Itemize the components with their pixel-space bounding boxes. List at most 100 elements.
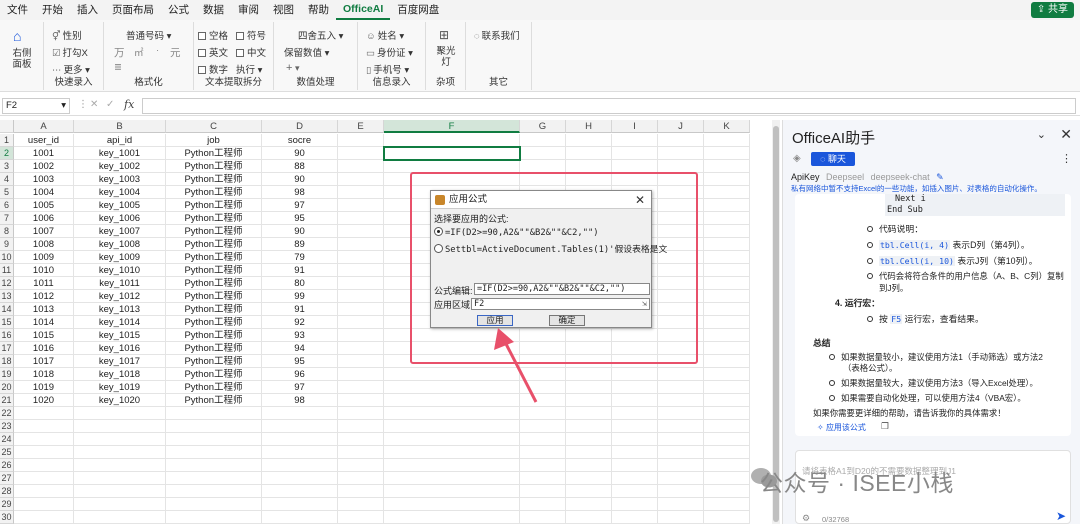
apply-formula-link[interactable]: ✧ 应用该公式 <box>817 422 866 433</box>
cell[interactable] <box>658 147 704 160</box>
fx-button[interactable]: fx <box>124 98 134 111</box>
cell[interactable] <box>704 134 750 147</box>
cell[interactable] <box>658 498 704 511</box>
cell[interactable] <box>566 511 612 524</box>
row-header[interactable]: 11 <box>0 264 14 277</box>
english-checkbox[interactable]: 英文 <box>198 45 228 59</box>
cell[interactable] <box>704 342 750 355</box>
copy-icon[interactable]: ❐ <box>881 421 889 432</box>
cell[interactable]: key_1020 <box>74 394 166 407</box>
row-header[interactable]: 4 <box>0 173 14 186</box>
cell[interactable]: key_1006 <box>74 212 166 225</box>
cell[interactable]: key_1010 <box>74 264 166 277</box>
cell[interactable] <box>520 134 566 147</box>
cell[interactable] <box>612 433 658 446</box>
formula-input[interactable] <box>142 98 1076 114</box>
row-header[interactable]: 21 <box>0 394 14 407</box>
selected-cell-f2[interactable] <box>383 146 521 161</box>
cell[interactable] <box>520 147 566 160</box>
column-header-b[interactable]: B <box>74 120 166 133</box>
close-icon[interactable]: ✕ <box>635 191 645 209</box>
cell[interactable]: 97 <box>262 199 338 212</box>
cell[interactable] <box>338 329 384 342</box>
cell[interactable] <box>74 407 166 420</box>
cell[interactable]: Python工程师 <box>166 251 262 264</box>
name-dropdown[interactable]: ☺ 姓名 ▾ <box>366 28 404 42</box>
menu-item-8[interactable]: 帮助 <box>301 0 336 20</box>
cell[interactable]: key_1012 <box>74 290 166 303</box>
row-header[interactable]: 7 <box>0 212 14 225</box>
cell[interactable]: socre <box>262 134 338 147</box>
formula-edit-input[interactable]: =IF(D2>=90,A2&""&B2&""&C2,"") <box>474 283 650 295</box>
row-header[interactable]: 3 <box>0 160 14 173</box>
gender-button[interactable]: ⚥ 性别 <box>52 28 82 42</box>
chinese-checkbox[interactable]: 中文 <box>236 45 266 59</box>
edit-icon[interactable]: ✎ <box>936 172 944 182</box>
column-header-f[interactable]: F <box>384 120 520 133</box>
cell[interactable] <box>566 407 612 420</box>
cell[interactable] <box>612 368 658 381</box>
cell[interactable] <box>338 368 384 381</box>
cell[interactable]: 1018 <box>14 368 74 381</box>
cell[interactable] <box>566 368 612 381</box>
more-icon[interactable]: ⋮ <box>1061 152 1072 165</box>
cell[interactable]: 99 <box>262 290 338 303</box>
cell[interactable]: key_1005 <box>74 199 166 212</box>
sqm-button[interactable]: ㎡ <box>134 45 144 59</box>
cell[interactable]: Python工程师 <box>166 173 262 186</box>
cell[interactable] <box>520 446 566 459</box>
cell[interactable] <box>612 485 658 498</box>
cell[interactable] <box>166 472 262 485</box>
row-header[interactable]: 27 <box>0 472 14 485</box>
range-input[interactable]: F2 ⇲ <box>471 298 650 310</box>
cell[interactable] <box>338 303 384 316</box>
cell[interactable] <box>338 446 384 459</box>
cube-icon[interactable]: ◈ <box>793 153 801 164</box>
cell[interactable]: key_1018 <box>74 368 166 381</box>
cell[interactable] <box>338 251 384 264</box>
row-header[interactable]: 22 <box>0 407 14 420</box>
cell[interactable] <box>704 329 750 342</box>
cell[interactable] <box>338 264 384 277</box>
cell[interactable]: 91 <box>262 303 338 316</box>
cell[interactable]: key_1007 <box>74 225 166 238</box>
menu-item-6[interactable]: 审阅 <box>231 0 266 20</box>
row-header[interactable]: 2 <box>0 147 14 160</box>
cell[interactable] <box>704 238 750 251</box>
cell[interactable]: 1003 <box>14 173 74 186</box>
row-header[interactable]: 20 <box>0 381 14 394</box>
cell[interactable] <box>704 446 750 459</box>
cell[interactable] <box>262 407 338 420</box>
cell[interactable] <box>704 303 750 316</box>
cell[interactable]: 93 <box>262 329 338 342</box>
cell[interactable] <box>338 277 384 290</box>
cell[interactable] <box>14 511 74 524</box>
cell[interactable] <box>166 446 262 459</box>
cell[interactable]: 1002 <box>14 160 74 173</box>
row-header[interactable]: 26 <box>0 459 14 472</box>
cell[interactable] <box>338 212 384 225</box>
cell[interactable] <box>338 459 384 472</box>
id-card-dropdown[interactable]: ▭ 身份证 ▾ <box>366 45 413 59</box>
cell[interactable]: Python工程师 <box>166 160 262 173</box>
cell[interactable] <box>704 511 750 524</box>
cell[interactable] <box>566 472 612 485</box>
cell[interactable]: 92 <box>262 316 338 329</box>
cell[interactable] <box>338 381 384 394</box>
wan-button[interactable]: 万 <box>114 45 125 60</box>
tab-deepseel[interactable]: Deepseel <box>826 172 864 182</box>
cell[interactable] <box>166 511 262 524</box>
row-header[interactable]: 24 <box>0 433 14 446</box>
cell[interactable]: Python工程师 <box>166 212 262 225</box>
cell[interactable]: Python工程师 <box>166 199 262 212</box>
row-header[interactable]: 18 <box>0 355 14 368</box>
cell[interactable]: Python工程师 <box>166 290 262 303</box>
row-header[interactable]: 13 <box>0 290 14 303</box>
cell[interactable] <box>704 225 750 238</box>
confirm-icon[interactable]: ✓ <box>106 99 114 110</box>
cell[interactable] <box>612 472 658 485</box>
cell[interactable]: key_1001 <box>74 147 166 160</box>
cell[interactable] <box>74 446 166 459</box>
cell[interactable] <box>658 459 704 472</box>
cell[interactable]: key_1011 <box>74 277 166 290</box>
